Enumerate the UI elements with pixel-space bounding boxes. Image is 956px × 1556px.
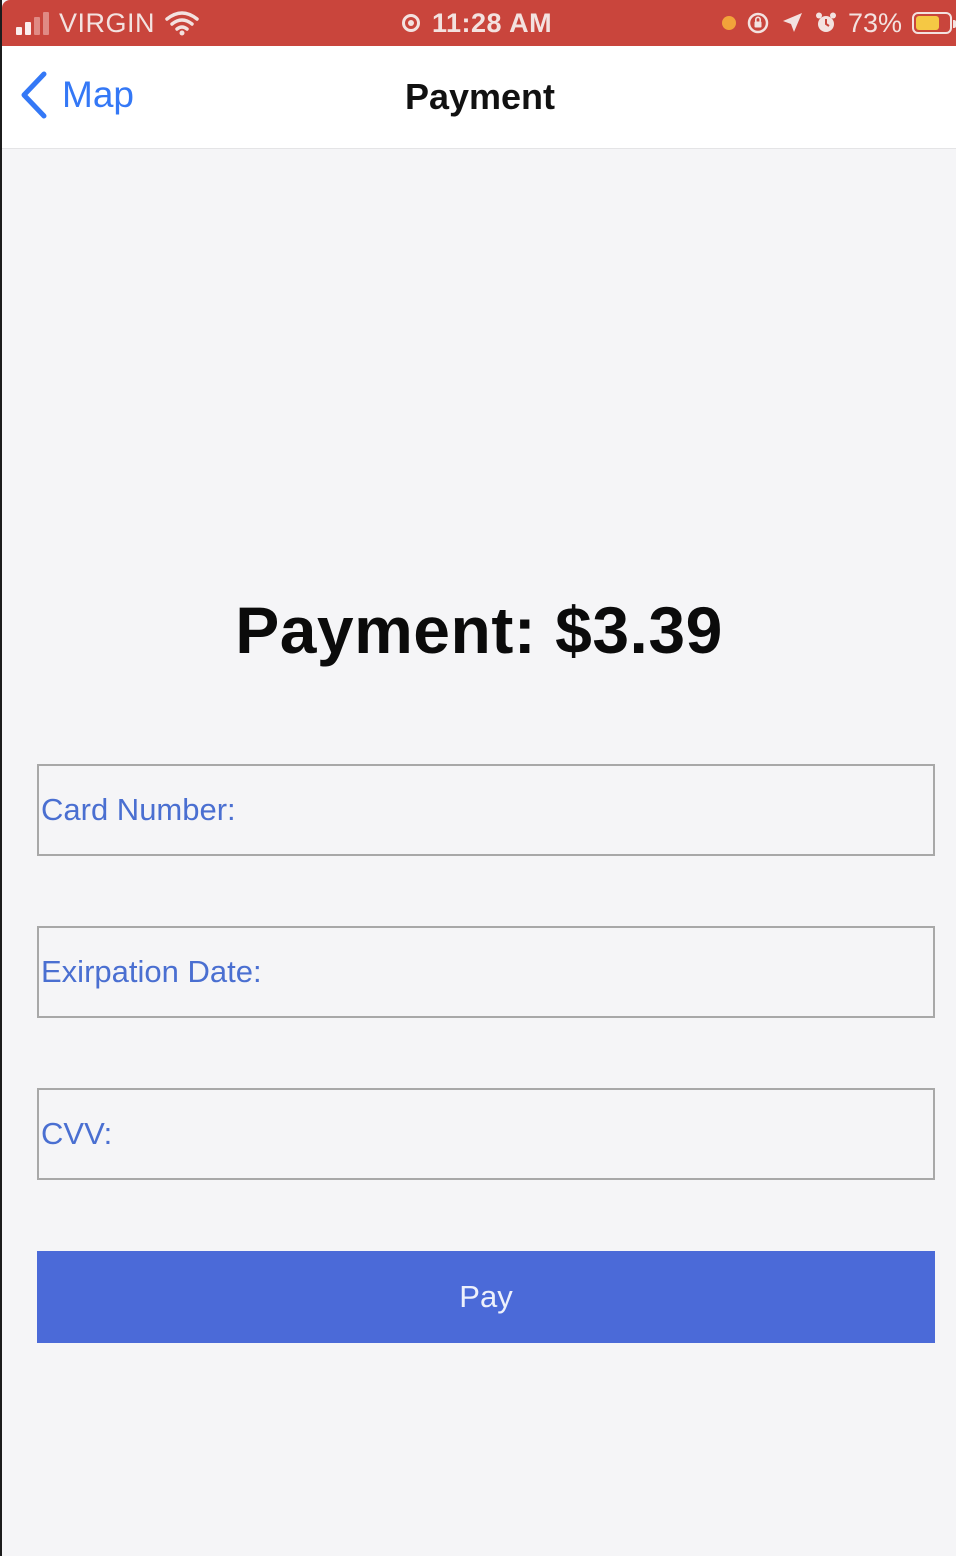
expiration-date-field[interactable] bbox=[37, 926, 935, 1018]
status-bar-left: VIRGIN bbox=[16, 8, 199, 38]
battery-level-fill bbox=[916, 16, 940, 30]
rotation-lock-icon bbox=[747, 12, 769, 34]
navigation-bar: Map Payment bbox=[2, 46, 956, 149]
expiration-date-input[interactable] bbox=[41, 928, 933, 1016]
status-bar-right: 73% bbox=[721, 7, 956, 38]
alarm-icon bbox=[815, 12, 836, 32]
wifi-icon bbox=[165, 11, 199, 36]
screen-recording-icon bbox=[402, 14, 420, 32]
pay-button[interactable]: Pay bbox=[37, 1251, 935, 1343]
status-bar-center: 11:28 AM bbox=[402, 8, 552, 38]
location-icon bbox=[782, 13, 802, 32]
card-number-field[interactable] bbox=[37, 764, 935, 856]
card-number-input[interactable] bbox=[41, 766, 933, 854]
status-time: 11:28 AM bbox=[432, 7, 553, 38]
battery-icon bbox=[912, 12, 956, 34]
battery-percent: 73% bbox=[847, 7, 902, 38]
page-title: Payment bbox=[404, 76, 556, 117]
payment-amount: Payment: $3.39 bbox=[235, 593, 723, 667]
carrier-name: VIRGIN bbox=[59, 7, 156, 38]
signal-icon bbox=[16, 11, 49, 35]
orange-dot-indicator bbox=[721, 16, 736, 30]
status-bar: VIRGIN 11:28 AM 73% bbox=[2, 0, 956, 46]
cvv-input[interactable] bbox=[41, 1090, 933, 1178]
payment-screen: VIRGIN 11:28 AM 73% Map Payment Payment:… bbox=[0, 0, 956, 1556]
cvv-field[interactable] bbox=[37, 1088, 935, 1180]
